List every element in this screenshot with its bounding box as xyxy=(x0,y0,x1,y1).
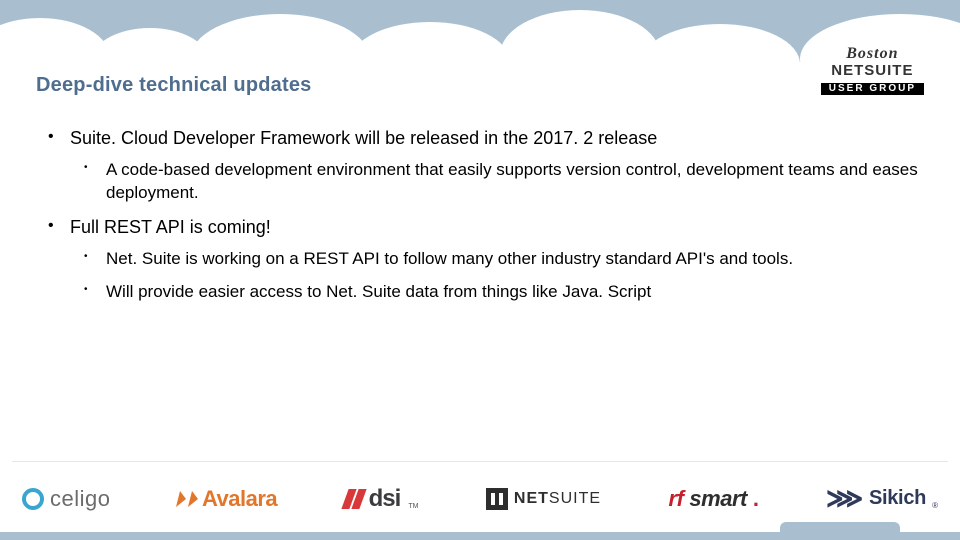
title-bar: Deep-dive technical updates Boston NETSU… xyxy=(36,74,924,97)
bullet-list: Suite. Cloud Developer Framework will be… xyxy=(36,128,924,304)
brand-box: Boston NETSUITE USER GROUP xyxy=(821,44,924,97)
logo-celigo: celigo xyxy=(22,486,110,512)
brand-usergroup: USER GROUP xyxy=(821,83,924,96)
content-area: Suite. Cloud Developer Framework will be… xyxy=(36,128,924,316)
sponsor-logo-row: celigo Avalara dsi TM NETSUITE rfsmart. … xyxy=(22,483,938,514)
bullet-2: Full REST API is coming! Net. Suite is w… xyxy=(36,217,924,304)
rfsmart-smart: smart xyxy=(689,486,746,512)
sikich-icon: ⋙ xyxy=(826,482,863,515)
footer-notch xyxy=(780,522,900,532)
bullet-1-children: A code-based development environment tha… xyxy=(70,159,924,205)
sikich-reg: ® xyxy=(932,501,938,510)
avalara-icon xyxy=(176,491,188,507)
bullet-1: Suite. Cloud Developer Framework will be… xyxy=(36,128,924,205)
celigo-icon xyxy=(22,488,44,510)
slide-title: Deep-dive technical updates xyxy=(36,74,311,97)
footer-divider xyxy=(12,461,948,462)
bullet-1-1: A code-based development environment tha… xyxy=(70,159,924,205)
footer-band xyxy=(0,532,960,540)
netsuite-label: NETSUITE xyxy=(514,490,601,508)
dsi-icon xyxy=(345,489,363,509)
logo-netsuite: NETSUITE xyxy=(486,488,601,510)
logo-dsi: dsi TM xyxy=(345,485,419,513)
avalara-icon-2 xyxy=(188,491,200,507)
celigo-label: celigo xyxy=(50,486,110,512)
logo-sikich: ⋙ Sikich ® xyxy=(826,483,938,514)
dsi-tm: TM xyxy=(408,503,418,510)
dsi-label: dsi xyxy=(369,485,401,513)
bullet-2-text: Full REST API is coming! xyxy=(70,217,271,237)
brand-net: NET xyxy=(831,62,864,79)
logo-rfsmart: rfsmart. xyxy=(669,486,759,512)
cloud-decoration xyxy=(0,0,960,62)
brand-line2: NETSUITE xyxy=(821,63,924,79)
bullet-1-text: Suite. Cloud Developer Framework will be… xyxy=(70,128,657,148)
bullet-2-1: Net. Suite is working on a REST API to f… xyxy=(70,248,924,271)
sikich-label: Sikich xyxy=(869,487,926,510)
bullet-2-2: Will provide easier access to Net. Suite… xyxy=(70,281,924,304)
brand-line1: Boston xyxy=(821,46,924,63)
rfsmart-dot: . xyxy=(753,486,759,512)
netsuite-icon xyxy=(486,488,508,510)
bullet-2-children: Net. Suite is working on a REST API to f… xyxy=(70,248,924,304)
brand-suite: SUITE xyxy=(864,62,913,79)
slide-root: Deep-dive technical updates Boston NETSU… xyxy=(0,0,960,540)
logo-avalara: Avalara xyxy=(178,486,277,512)
avalara-label: Avalara xyxy=(202,486,277,512)
rfsmart-rf: rf xyxy=(669,486,684,512)
